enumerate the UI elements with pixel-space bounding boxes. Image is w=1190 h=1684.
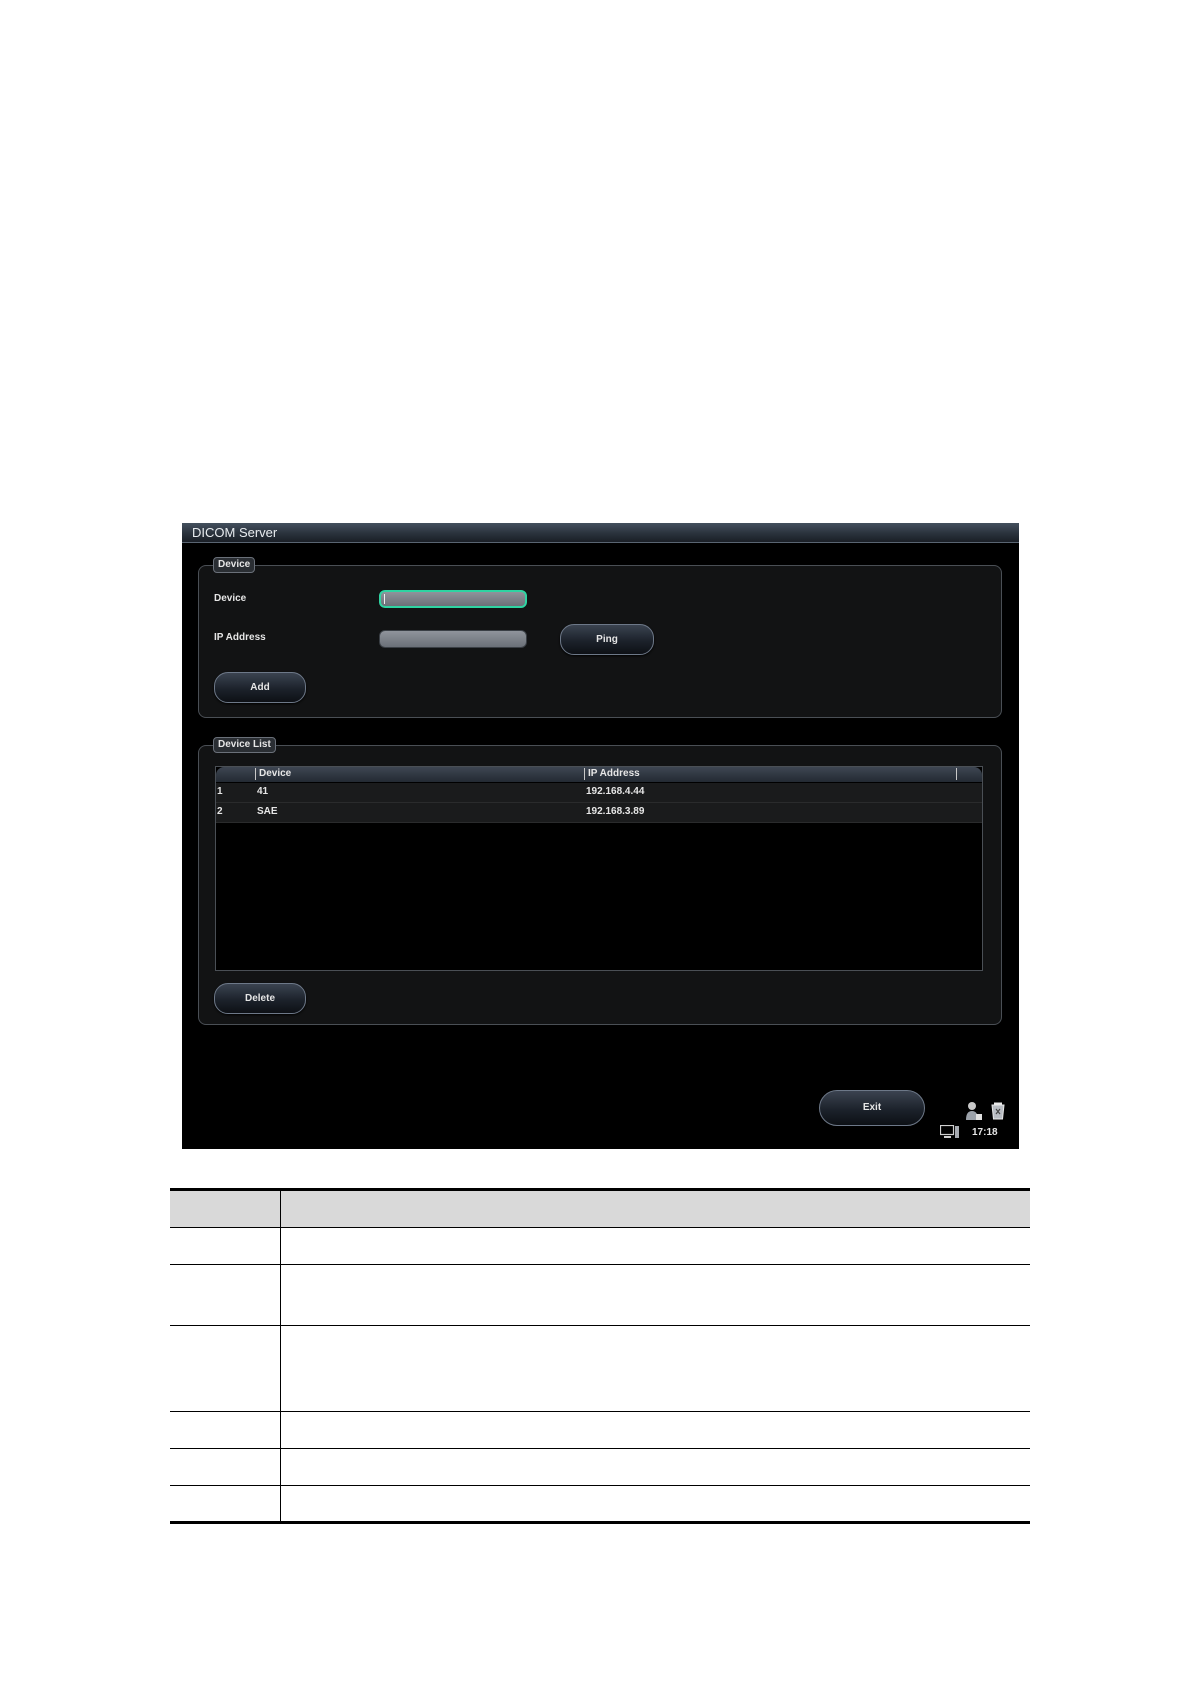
device-table: Device IP Address 1 41 192.168.4.44 2 SA…: [215, 766, 983, 971]
device-label: Device: [214, 593, 247, 604]
column-header-device[interactable]: Device: [255, 768, 291, 780]
table-row: [170, 1448, 1030, 1486]
device-table-header: Device IP Address: [216, 767, 982, 782]
row-index: 1: [217, 786, 223, 797]
clock-time: 17:18: [972, 1127, 998, 1138]
recycle-bin-icon[interactable]: [990, 1102, 1006, 1120]
parameter-name: [170, 1448, 281, 1486]
table-row[interactable]: 1 41 192.168.4.44: [216, 783, 982, 803]
window-title: DICOM Server: [192, 525, 278, 540]
parameter-description: [280, 1448, 1030, 1486]
parameter-table-header-row: [170, 1188, 1030, 1228]
parameter-description: [280, 1264, 1030, 1326]
dicom-server-window: DICOM Server Device Device IP Address Pi…: [182, 523, 1019, 1149]
table-row: [170, 1485, 1030, 1524]
column-header-end: [956, 768, 957, 780]
text-caret: [384, 594, 385, 604]
row-ip-address: 192.168.3.89: [586, 806, 645, 817]
window-titlebar: DICOM Server: [182, 523, 1019, 543]
ip-address-input[interactable]: [379, 630, 527, 648]
monitor-icon[interactable]: [940, 1125, 960, 1139]
ip-address-label: IP Address: [214, 632, 266, 643]
exit-button[interactable]: Exit: [819, 1090, 925, 1126]
row-ip-address: 192.168.4.44: [586, 786, 645, 797]
user-icon[interactable]: [965, 1101, 983, 1121]
table-row: [170, 1325, 1030, 1412]
row-index: 2: [217, 806, 223, 817]
parameter-name: [170, 1411, 281, 1449]
parameter-name: [170, 1325, 281, 1412]
ping-button[interactable]: Ping: [560, 624, 654, 655]
parameter-name: [170, 1227, 281, 1265]
device-group: Device Device IP Address Ping Add: [198, 557, 1002, 718]
parameter-name: [170, 1264, 281, 1326]
column-header-ip-address[interactable]: IP Address: [584, 768, 640, 780]
table-row: [170, 1227, 1030, 1265]
row-device: SAE: [257, 806, 278, 817]
table-row: [170, 1264, 1030, 1326]
device-group-legend: Device: [213, 557, 256, 573]
parameter-table: [170, 1188, 1030, 1524]
device-input[interactable]: [379, 590, 527, 608]
parameter-header-description: [280, 1188, 1030, 1228]
delete-button[interactable]: Delete: [214, 983, 306, 1014]
parameter-description: [280, 1411, 1030, 1449]
parameter-description: [280, 1325, 1030, 1412]
parameter-description: [280, 1485, 1030, 1524]
row-device: 41: [257, 786, 269, 797]
add-button[interactable]: Add: [214, 672, 306, 703]
parameter-header-name: [170, 1188, 281, 1228]
parameter-description: [280, 1227, 1030, 1265]
device-list-group: Device List Device IP Address 1 41 192.1…: [198, 737, 1002, 1025]
parameter-name: [170, 1485, 281, 1524]
device-list-legend: Device List: [213, 737, 276, 753]
table-row[interactable]: 2 SAE 192.168.3.89: [216, 803, 982, 823]
table-row: [170, 1411, 1030, 1449]
